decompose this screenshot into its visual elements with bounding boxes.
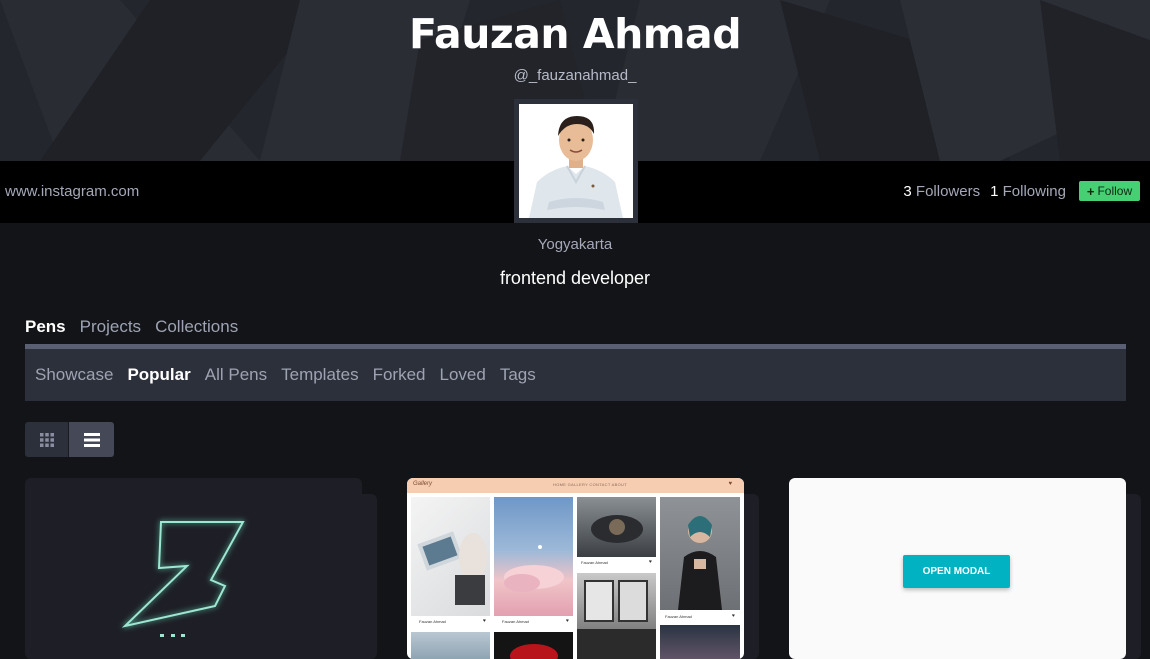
following-label: Following (1002, 183, 1066, 200)
tab-collections[interactable]: Collections (155, 317, 238, 337)
heart-icon: ♥ (728, 481, 732, 487)
gallery-caption: Fauzan Ahmad (581, 560, 608, 565)
open-modal-button[interactable]: OPEN MODAL (903, 555, 1010, 588)
filter-all-pens[interactable]: All Pens (205, 365, 267, 385)
gallery-photo (660, 497, 740, 610)
heart-icon: ♥ (483, 618, 486, 624)
followers-stat[interactable]: 3 Followers (903, 183, 980, 200)
filter-loved[interactable]: Loved (440, 365, 486, 385)
gallery-caption: Fauzan Ahmad (665, 614, 692, 619)
heart-icon: ♥ (649, 559, 652, 565)
gallery-photo (494, 497, 573, 616)
following-count: 1 (990, 183, 999, 200)
list-view-button[interactable] (69, 422, 114, 457)
follow-stats: 3 Followers 1 Following (903, 183, 1066, 200)
gallery-caption: Fauzan Ahmad (419, 619, 446, 624)
pen-card[interactable] (25, 478, 362, 659)
website-link[interactable]: www.instagram.com (5, 183, 139, 200)
heart-icon: ♥ (566, 618, 569, 624)
followers-label: Followers (915, 183, 981, 200)
gallery-photo (494, 632, 573, 659)
list-icon (83, 432, 100, 447)
gallery-photo (411, 497, 490, 616)
gallery-photo (660, 625, 740, 659)
neon-z-logo-preview (121, 521, 245, 637)
pen-card[interactable]: OPEN MODAL (789, 478, 1126, 659)
gallery-photo (577, 573, 656, 659)
avatar-photo (519, 104, 633, 218)
profile-location: Yogyakarta (537, 236, 613, 253)
gallery-photo (577, 497, 656, 557)
avatar[interactable] (514, 99, 638, 223)
gallery-nav: HOME GALLERY CONTACT ABOUT (553, 482, 627, 487)
plus-icon: + (1086, 183, 1095, 199)
grid-view-button[interactable] (25, 422, 69, 457)
profile-tabs: Pens Projects Collections (25, 317, 238, 337)
pens-filter-nav: Showcase Popular All Pens Templates Fork… (25, 344, 1126, 401)
heart-icon: ♥ (732, 613, 735, 619)
filter-templates[interactable]: Templates (281, 365, 358, 385)
filter-forked[interactable]: Forked (373, 365, 426, 385)
tab-projects[interactable]: Projects (80, 317, 141, 337)
view-toggle (25, 422, 114, 457)
follow-button[interactable]: + Follow (1079, 181, 1140, 201)
grid-icon (39, 432, 54, 447)
gallery-logo: Gallery (413, 481, 433, 487)
profile-bio: frontend developer (499, 268, 651, 288)
followers-count: 3 (903, 183, 912, 200)
gallery-caption: Fauzan Ahmad (502, 619, 529, 624)
gallery-photo (411, 632, 490, 659)
filter-tags[interactable]: Tags (500, 365, 536, 385)
follow-label: Follow (1097, 184, 1133, 198)
following-stat[interactable]: 1 Following (990, 183, 1066, 200)
filter-showcase[interactable]: Showcase (35, 365, 113, 385)
filter-popular[interactable]: Popular (127, 365, 190, 385)
profile-name: Fauzan Ahmad (408, 10, 742, 58)
profile-handle: @_fauzanahmad_ (513, 67, 637, 84)
tab-pens[interactable]: Pens (25, 317, 66, 337)
pen-card[interactable]: Gallery HOME GALLERY CONTACT ABOUT ♥ Fau… (407, 478, 744, 659)
gallery-header: Gallery HOME GALLERY CONTACT ABOUT ♥ (407, 478, 744, 493)
